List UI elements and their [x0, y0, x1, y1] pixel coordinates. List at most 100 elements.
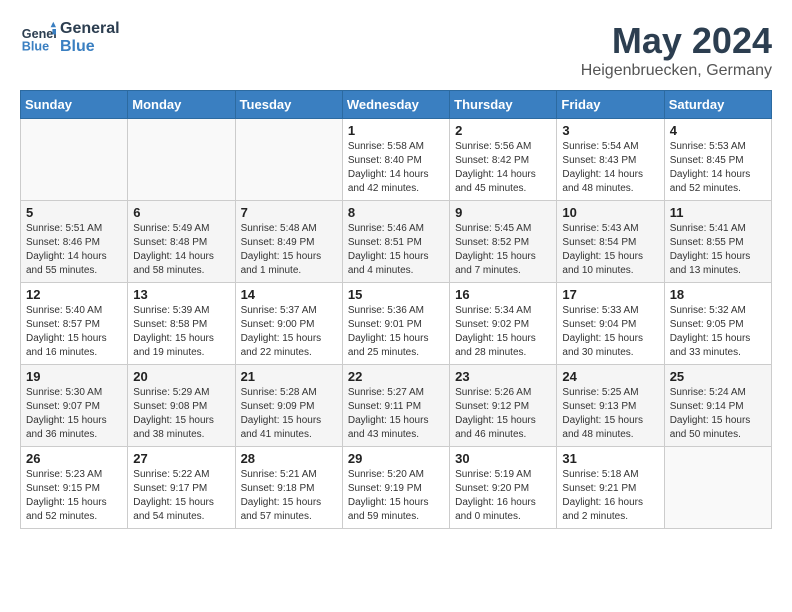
day-info: Sunrise: 5:56 AMSunset: 8:42 PMDaylight:… — [455, 140, 551, 196]
day-info: Sunrise: 5:29 AMSunset: 9:08 PMDaylight:… — [133, 386, 229, 442]
day-number: 27 — [133, 451, 229, 466]
calendar-cell: 1 Sunrise: 5:58 AMSunset: 8:40 PMDaylight… — [342, 119, 449, 201]
day-info: Sunrise: 5:58 AMSunset: 8:40 PMDaylight:… — [348, 140, 444, 196]
day-header-tuesday: Tuesday — [235, 91, 342, 119]
day-number: 9 — [455, 205, 551, 220]
calendar-week-5: 26Sunrise: 5:23 AMSunset: 9:15 PMDayligh… — [21, 447, 772, 529]
day-number: 25 — [670, 369, 766, 384]
logo: General Blue General Blue — [20, 20, 120, 56]
day-number: 15 — [348, 287, 444, 302]
day-number: 17 — [562, 287, 658, 302]
day-number: 16 — [455, 287, 551, 302]
day-number: 22 — [348, 369, 444, 384]
day-info: Sunrise: 5:40 AMSunset: 8:57 PMDaylight:… — [26, 304, 122, 360]
day-number: 13 — [133, 287, 229, 302]
logo-icon: General Blue — [20, 20, 56, 56]
calendar-cell: 8 Sunrise: 5:46 AMSunset: 8:51 PMDaylight… — [342, 201, 449, 283]
calendar-week-1: 1 Sunrise: 5:58 AMSunset: 8:40 PMDaylight… — [21, 119, 772, 201]
day-number: 3 — [562, 123, 658, 138]
day-number: 6 — [133, 205, 229, 220]
calendar-cell: 3 Sunrise: 5:54 AMSunset: 8:43 PMDaylight… — [557, 119, 664, 201]
day-number: 23 — [455, 369, 551, 384]
day-info: Sunrise: 5:20 AMSunset: 9:19 PMDaylight:… — [348, 468, 444, 524]
calendar-cell — [235, 119, 342, 201]
calendar-cell: 6 Sunrise: 5:49 AMSunset: 8:48 PMDaylight… — [128, 201, 235, 283]
day-info: Sunrise: 5:25 AMSunset: 9:13 PMDaylight:… — [562, 386, 658, 442]
calendar-cell: 21 Sunrise: 5:28 AMSunset: 9:09 PMDayligh… — [235, 365, 342, 447]
calendar: SundayMondayTuesdayWednesdayThursdayFrid… — [20, 90, 772, 529]
day-number: 18 — [670, 287, 766, 302]
calendar-cell: 9Sunrise: 5:45 AMSunset: 8:52 PMDaylight… — [450, 201, 557, 283]
calendar-cell: 19 Sunrise: 5:30 AMSunset: 9:07 PMDayligh… — [21, 365, 128, 447]
day-info: Sunrise: 5:23 AMSunset: 9:15 PMDaylight:… — [26, 468, 122, 524]
calendar-cell — [664, 447, 771, 529]
day-header-wednesday: Wednesday — [342, 91, 449, 119]
calendar-cell — [128, 119, 235, 201]
day-info: Sunrise: 5:28 AMSunset: 9:09 PMDaylight:… — [241, 386, 337, 442]
day-info: Sunrise: 5:39 AMSunset: 8:58 PMDaylight:… — [133, 304, 229, 360]
title-area: May 2024 Heigenbruecken, Germany — [581, 20, 772, 80]
calendar-cell: 7 Sunrise: 5:48 AMSunset: 8:49 PMDaylight… — [235, 201, 342, 283]
day-info: Sunrise: 5:46 AMSunset: 8:51 PMDaylight:… — [348, 222, 444, 278]
calendar-cell: 17 Sunrise: 5:33 AMSunset: 9:04 PMDayligh… — [557, 283, 664, 365]
day-number: 21 — [241, 369, 337, 384]
calendar-cell — [21, 119, 128, 201]
calendar-week-3: 12 Sunrise: 5:40 AMSunset: 8:57 PMDayligh… — [21, 283, 772, 365]
day-info: Sunrise: 5:48 AMSunset: 8:49 PMDaylight:… — [241, 222, 337, 278]
day-info: Sunrise: 5:27 AMSunset: 9:11 PMDaylight:… — [348, 386, 444, 442]
day-number: 8 — [348, 205, 444, 220]
day-number: 30 — [455, 451, 551, 466]
day-number: 19 — [26, 369, 122, 384]
day-number: 4 — [670, 123, 766, 138]
calendar-cell: 22 Sunrise: 5:27 AMSunset: 9:11 PMDayligh… — [342, 365, 449, 447]
day-info: Sunrise: 5:36 AMSunset: 9:01 PMDaylight:… — [348, 304, 444, 360]
calendar-cell: 30 Sunrise: 5:19 AMSunset: 9:20 PMDayligh… — [450, 447, 557, 529]
day-info: Sunrise: 5:22 AMSunset: 9:17 PMDaylight:… — [133, 468, 229, 524]
day-info: Sunrise: 5:21 AMSunset: 9:18 PMDaylight:… — [241, 468, 337, 524]
day-header-thursday: Thursday — [450, 91, 557, 119]
day-header-saturday: Saturday — [664, 91, 771, 119]
day-number: 24 — [562, 369, 658, 384]
svg-text:Blue: Blue — [22, 40, 49, 54]
calendar-cell: 20Sunrise: 5:29 AMSunset: 9:08 PMDayligh… — [128, 365, 235, 447]
day-header-friday: Friday — [557, 91, 664, 119]
day-number: 7 — [241, 205, 337, 220]
day-info: Sunrise: 5:37 AMSunset: 9:00 PMDaylight:… — [241, 304, 337, 360]
calendar-cell: 11Sunrise: 5:41 AMSunset: 8:55 PMDayligh… — [664, 201, 771, 283]
month-title: May 2024 — [581, 20, 772, 62]
calendar-cell: 5Sunrise: 5:51 AMSunset: 8:46 PMDaylight… — [21, 201, 128, 283]
day-info: Sunrise: 5:26 AMSunset: 9:12 PMDaylight:… — [455, 386, 551, 442]
day-info: Sunrise: 5:24 AMSunset: 9:14 PMDaylight:… — [670, 386, 766, 442]
header: General Blue General Blue May 2024 Heige… — [20, 20, 772, 80]
calendar-cell: 12 Sunrise: 5:40 AMSunset: 8:57 PMDayligh… — [21, 283, 128, 365]
location: Heigenbruecken, Germany — [581, 62, 772, 80]
calendar-cell: 28Sunrise: 5:21 AMSunset: 9:18 PMDayligh… — [235, 447, 342, 529]
day-number: 14 — [241, 287, 337, 302]
day-info: Sunrise: 5:43 AMSunset: 8:54 PMDaylight:… — [562, 222, 658, 278]
calendar-cell: 24 Sunrise: 5:25 AMSunset: 9:13 PMDayligh… — [557, 365, 664, 447]
calendar-header-row: SundayMondayTuesdayWednesdayThursdayFrid… — [21, 91, 772, 119]
calendar-cell: 27 Sunrise: 5:22 AMSunset: 9:17 PMDayligh… — [128, 447, 235, 529]
calendar-cell: 16Sunrise: 5:34 AMSunset: 9:02 PMDayligh… — [450, 283, 557, 365]
calendar-cell: 25 Sunrise: 5:24 AMSunset: 9:14 PMDayligh… — [664, 365, 771, 447]
day-info: Sunrise: 5:19 AMSunset: 9:20 PMDaylight:… — [455, 468, 551, 524]
calendar-cell: 13 Sunrise: 5:39 AMSunset: 8:58 PMDayligh… — [128, 283, 235, 365]
day-info: Sunrise: 5:49 AMSunset: 8:48 PMDaylight:… — [133, 222, 229, 278]
day-info: Sunrise: 5:33 AMSunset: 9:04 PMDaylight:… — [562, 304, 658, 360]
day-number: 10 — [562, 205, 658, 220]
day-info: Sunrise: 5:30 AMSunset: 9:07 PMDaylight:… — [26, 386, 122, 442]
day-info: Sunrise: 5:54 AMSunset: 8:43 PMDaylight:… — [562, 140, 658, 196]
calendar-cell: 14 Sunrise: 5:37 AMSunset: 9:00 PMDayligh… — [235, 283, 342, 365]
day-info: Sunrise: 5:53 AMSunset: 8:45 PMDaylight:… — [670, 140, 766, 196]
calendar-week-2: 5Sunrise: 5:51 AMSunset: 8:46 PMDaylight… — [21, 201, 772, 283]
day-number: 12 — [26, 287, 122, 302]
calendar-cell: 15 Sunrise: 5:36 AMSunset: 9:01 PMDayligh… — [342, 283, 449, 365]
calendar-cell: 4 Sunrise: 5:53 AMSunset: 8:45 PMDaylight… — [664, 119, 771, 201]
calendar-cell: 29 Sunrise: 5:20 AMSunset: 9:19 PMDayligh… — [342, 447, 449, 529]
day-number: 11 — [670, 205, 766, 220]
day-number: 1 — [348, 123, 444, 138]
calendar-cell: 23 Sunrise: 5:26 AMSunset: 9:12 PMDayligh… — [450, 365, 557, 447]
day-header-monday: Monday — [128, 91, 235, 119]
day-number: 31 — [562, 451, 658, 466]
day-number: 29 — [348, 451, 444, 466]
